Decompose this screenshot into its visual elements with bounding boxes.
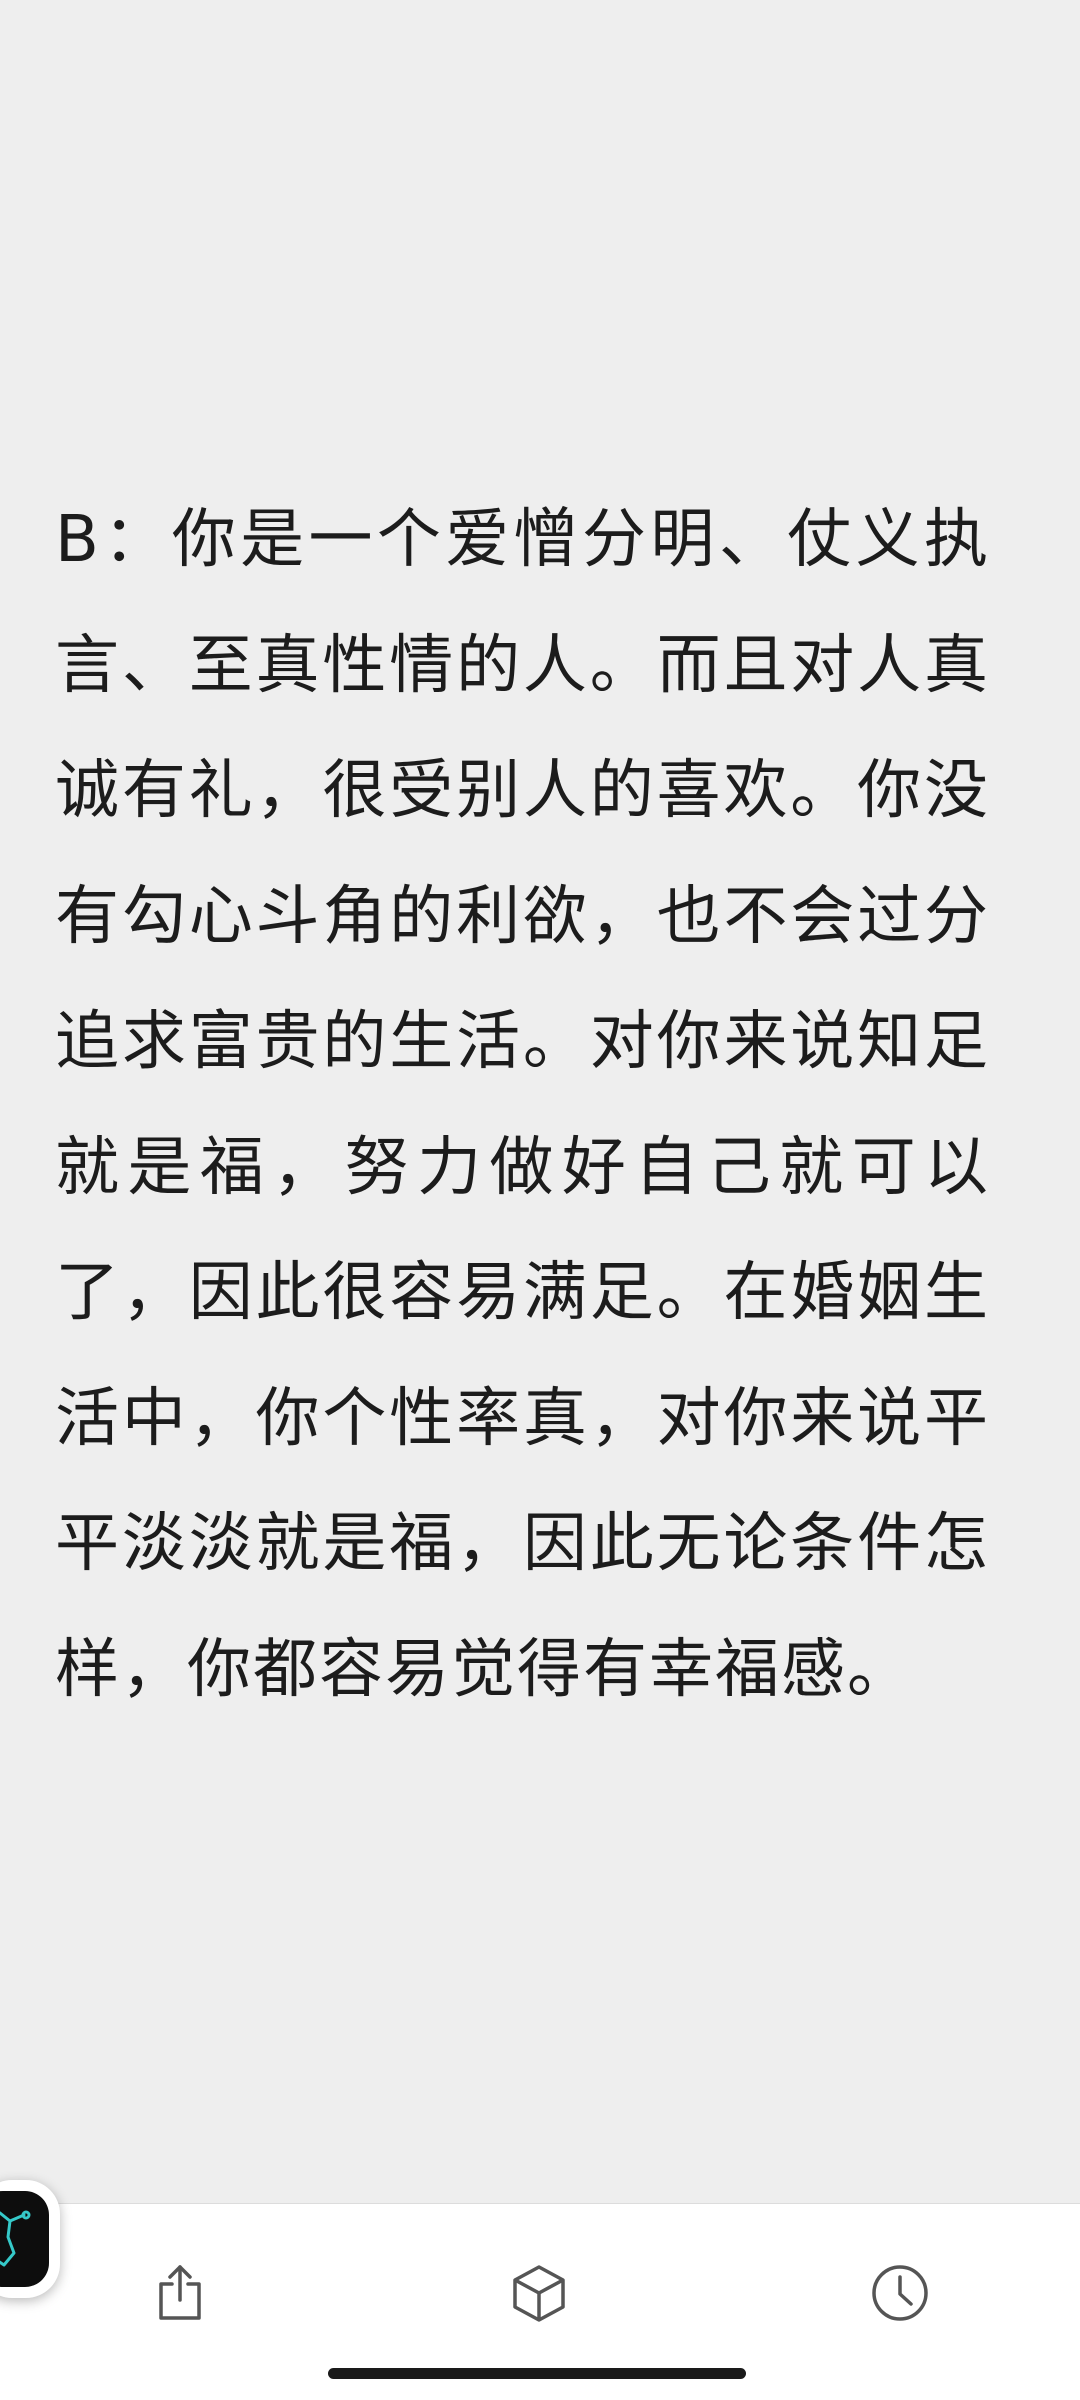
cube-button[interactable] (494, 2248, 584, 2338)
article-content: B：你是一个爱憎分明、仗义执言、至真性情的人。而且对人真诚有礼，很受别人的喜欢。… (55, 478, 990, 1733)
app-shortcut-icon (0, 2210, 31, 2267)
article-paragraph: B：你是一个爱憎分明、仗义执言、至真性情的人。而且对人真诚有礼，很受别人的喜欢。… (55, 503, 990, 1707)
history-button[interactable] (855, 2248, 945, 2338)
home-indicator (328, 2368, 746, 2379)
floating-app-shortcut[interactable] (0, 2180, 60, 2298)
cube-icon (513, 2265, 565, 2322)
reader-screen: B：你是一个爱憎分明、仗义执言、至真性情的人。而且对人真诚有礼，很受别人的喜欢。… (0, 0, 1080, 2400)
floating-app-shortcut-inner (0, 2191, 49, 2287)
share-button[interactable] (135, 2248, 225, 2338)
share-icon (159, 2265, 201, 2320)
clock-icon (872, 2265, 928, 2321)
